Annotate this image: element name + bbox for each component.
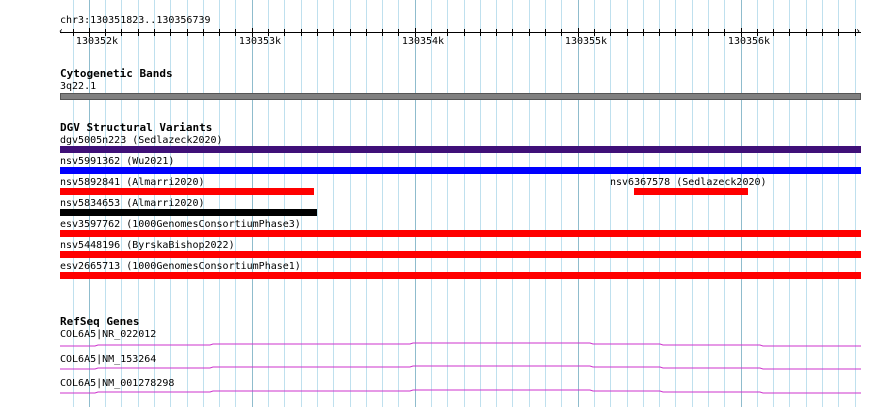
ruler-tick (773, 29, 774, 36)
variant-bar[interactable] (60, 209, 317, 216)
ruler-tick (268, 29, 269, 36)
ruler-tick-label: 130355k (564, 36, 608, 47)
gene-model[interactable] (60, 340, 861, 350)
genome-browser-view: chr3:130351823..130356739 ‹ › 130352k 13… (0, 0, 890, 407)
ruler-tick (561, 29, 562, 36)
ruler-tick (512, 29, 513, 36)
variant-label: nsv5834653 (Almarri2020) (60, 198, 205, 209)
ruler-tick (529, 29, 530, 36)
ruler-tick (382, 29, 383, 36)
location-label: chr3:130351823..130356739 (60, 15, 211, 26)
ruler-tick (284, 29, 285, 36)
ruler-tick (398, 29, 399, 36)
ruler-tick (496, 29, 497, 36)
dgv-track-title: DGV Structural Variants (60, 121, 213, 134)
variant-bar[interactable] (60, 146, 861, 153)
ruler-tick (692, 29, 693, 36)
ruler-tick (301, 29, 302, 36)
ruler-tick (724, 29, 725, 36)
ruler-tick (170, 29, 171, 36)
ruler-tick (187, 29, 188, 36)
ruler-tick (138, 29, 139, 36)
variant-bar[interactable] (60, 272, 861, 279)
refseq-track-title: RefSeq Genes (60, 315, 140, 328)
ruler-tick (643, 29, 644, 36)
variant-label: esv2665713 (1000GenomesConsortiumPhase1) (60, 261, 301, 272)
ruler-tick (594, 29, 595, 36)
ruler-tick (822, 29, 823, 36)
variant-label: nsv5991362 (Wu2021) (60, 156, 175, 167)
ruler-tick (757, 29, 758, 36)
variant-bar[interactable] (60, 188, 314, 195)
gene-intron-line (60, 389, 861, 394)
variant-bar[interactable] (60, 167, 861, 174)
cytoband-track-title: Cytogenetic Bands (60, 67, 173, 80)
ruler-tick (121, 29, 122, 36)
ruler-tick (545, 29, 546, 36)
ruler-tick (235, 29, 236, 36)
ruler-tick (675, 29, 676, 36)
ruler-tick-label: 130356k (727, 36, 771, 47)
ruler-tick (806, 29, 807, 36)
variant-bar[interactable] (60, 251, 861, 258)
ruler-tick (855, 29, 856, 36)
ruler-tick (105, 29, 106, 36)
ruler-tick (708, 29, 709, 36)
ruler-tick (333, 29, 334, 36)
ruler-tick (366, 29, 367, 36)
cytoband-bar[interactable] (60, 93, 861, 100)
ruler-tick (659, 29, 660, 36)
variant-label: dgv5005n223 (Sedlazeck2020) (60, 135, 223, 146)
gene-model[interactable] (60, 387, 861, 397)
ruler-tick (627, 29, 628, 36)
variant-label: nsv6367578 (Sedlazeck2020) (610, 177, 767, 188)
ruler-tick (789, 29, 790, 36)
cytoband-label: 3q22.1 (60, 81, 97, 92)
variant-label: esv3597762 (1000GenomesConsortiumPhase3) (60, 219, 301, 230)
ruler-tick (838, 29, 839, 36)
ruler-tick (610, 29, 611, 36)
ruler-tick (73, 29, 74, 36)
ruler-tick (317, 29, 318, 36)
gene-intron-line (60, 365, 861, 370)
variant-label: nsv5892841 (Almarri2020) (60, 177, 205, 188)
gene-intron-line (60, 342, 861, 347)
ruler-tick (480, 29, 481, 36)
ruler-tick (154, 29, 155, 36)
ruler-tick-label: 130352k (75, 36, 119, 47)
gene-label: COL6A5|NR_022012 (60, 329, 157, 340)
ruler-tick (464, 29, 465, 36)
variant-bar[interactable] (634, 188, 748, 195)
ruler-tick (219, 29, 220, 36)
ruler-tick (350, 29, 351, 36)
ruler-tick-label: 130354k (401, 36, 445, 47)
variant-bar[interactable] (60, 230, 861, 237)
variant-label: nsv5448196 (ByrskaBishop2022) (60, 240, 235, 251)
ruler-tick (203, 29, 204, 36)
ruler-tick (431, 29, 432, 36)
gene-model[interactable] (60, 363, 861, 373)
ruler-tick (447, 29, 448, 36)
ruler-tick-label: 130353k (238, 36, 282, 47)
